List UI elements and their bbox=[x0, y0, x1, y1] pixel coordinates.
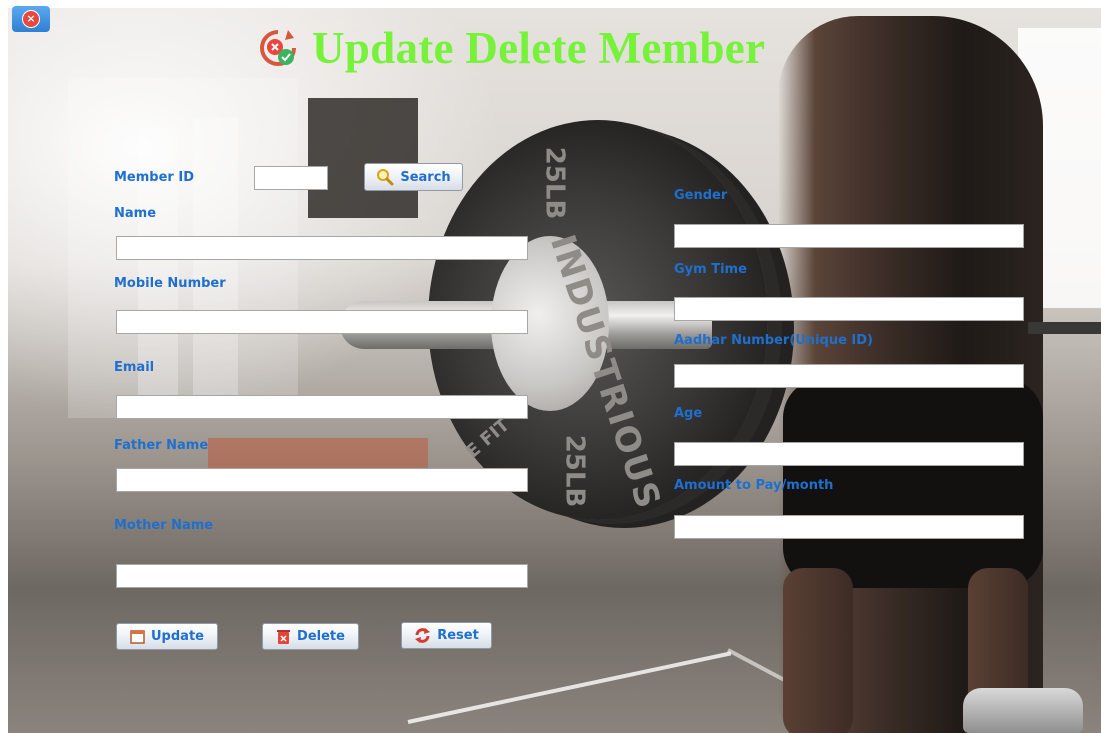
age-input[interactable] bbox=[674, 442, 1024, 466]
aadhar-number-label: Aadhar Number(Unique ID) bbox=[674, 333, 873, 348]
mobile-number-label: Mobile Number bbox=[114, 276, 226, 291]
page-title: Update Delete Member bbox=[312, 23, 766, 73]
plate-label: 25LB bbox=[559, 434, 590, 508]
gender-input[interactable] bbox=[674, 224, 1024, 248]
update-button-label: Update bbox=[151, 629, 204, 644]
email-input[interactable] bbox=[116, 395, 528, 419]
close-button[interactable]: × bbox=[12, 6, 50, 32]
delete-button[interactable]: Delete bbox=[262, 623, 359, 650]
gym-time-label: Gym Time bbox=[674, 262, 747, 277]
delete-button-label: Delete bbox=[297, 629, 345, 644]
gender-label: Gender bbox=[674, 188, 728, 203]
aadhar-number-input[interactable] bbox=[674, 364, 1024, 388]
plate-label: 25LB bbox=[539, 146, 570, 220]
reset-button[interactable]: Reset bbox=[401, 622, 492, 649]
name-input[interactable] bbox=[116, 236, 528, 260]
age-label: Age bbox=[674, 406, 703, 421]
father-name-label: Father Name bbox=[114, 438, 209, 453]
search-button-label: Search bbox=[400, 169, 451, 185]
refresh-icon bbox=[415, 628, 431, 643]
name-label: Name bbox=[114, 206, 157, 221]
mobile-number-input[interactable] bbox=[116, 310, 528, 334]
member-id-label: Member ID bbox=[114, 170, 194, 185]
search-button[interactable]: Search bbox=[364, 163, 463, 191]
close-icon: × bbox=[22, 10, 40, 28]
member-id-input[interactable] bbox=[254, 166, 328, 190]
trash-icon bbox=[277, 629, 291, 644]
page-title-wrap: Update Delete Member bbox=[258, 18, 765, 78]
amount-to-pay-label: Amount to Pay/month bbox=[674, 478, 834, 493]
calendar-icon bbox=[130, 630, 145, 644]
update-button[interactable]: Update bbox=[116, 623, 218, 650]
mother-name-input[interactable] bbox=[116, 564, 528, 588]
search-icon bbox=[377, 169, 394, 186]
mother-name-label: Mother Name bbox=[114, 518, 214, 533]
father-name-input[interactable] bbox=[116, 468, 528, 492]
amount-to-pay-input[interactable] bbox=[674, 515, 1024, 539]
update-delete-icon bbox=[260, 30, 296, 66]
gym-time-input[interactable] bbox=[674, 297, 1024, 321]
reset-button-label: Reset bbox=[437, 628, 479, 643]
email-label: Email bbox=[114, 360, 155, 375]
